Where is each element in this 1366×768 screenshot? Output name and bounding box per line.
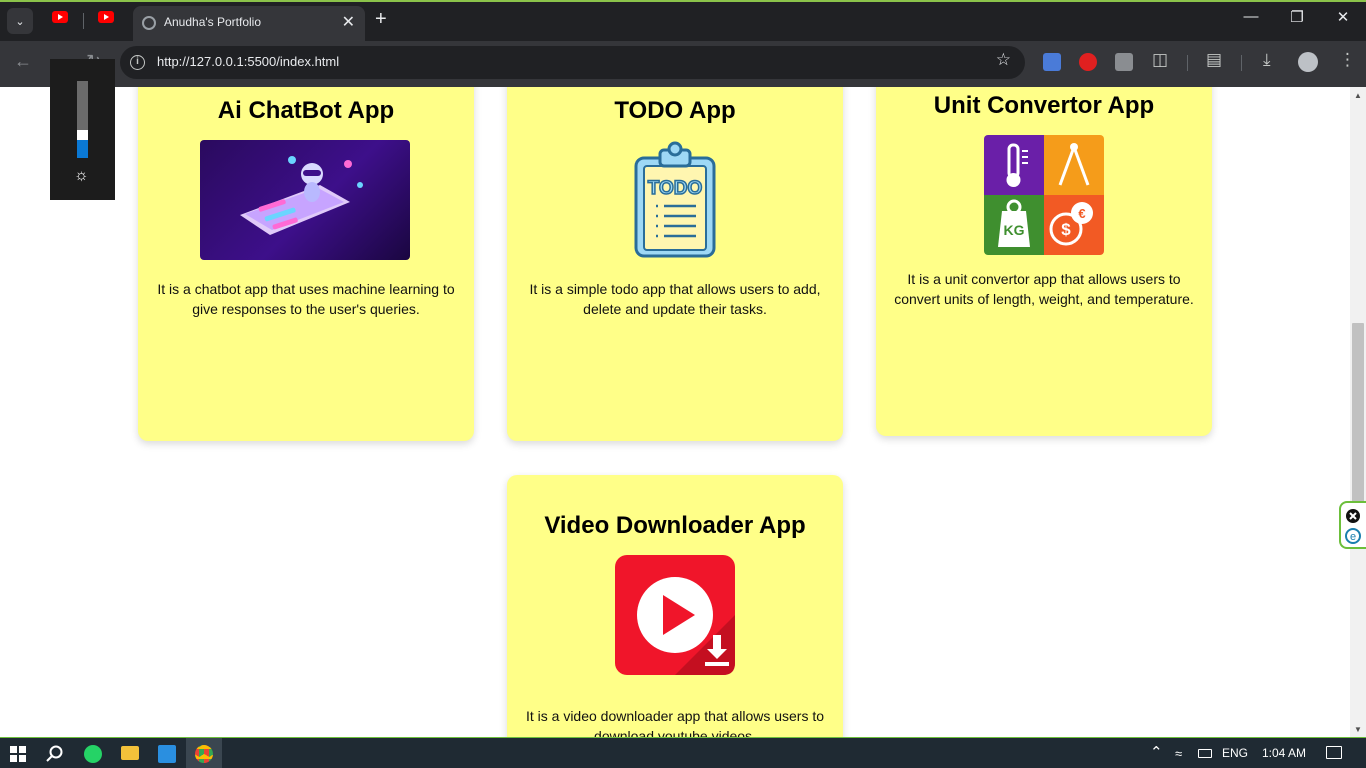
extension-icon[interactable] bbox=[1115, 53, 1133, 71]
globe-icon bbox=[142, 16, 156, 30]
sun-icon: ☼ bbox=[74, 167, 89, 184]
brightness-fill bbox=[77, 137, 88, 158]
wifi-icon[interactable]: ≈ bbox=[1175, 746, 1182, 761]
page-viewport: Ai ChatBot App It is a chatbot app that … bbox=[0, 87, 1350, 737]
youtube-pinned-tab-1[interactable] bbox=[52, 11, 68, 23]
card-title: TODO App bbox=[614, 97, 736, 124]
brightness-flyout: ☼ bbox=[50, 59, 115, 200]
card-description: It is a chatbot app that uses machine le… bbox=[157, 281, 455, 317]
tab-separator bbox=[83, 13, 84, 29]
unit-convertor-icon: KG $ € bbox=[984, 135, 1104, 255]
reading-list-icon[interactable]: ▤ bbox=[1206, 50, 1222, 70]
project-card: Unit Convertor App KG $ € It is a unit c… bbox=[876, 87, 1212, 436]
brightness-thumb[interactable] bbox=[77, 129, 88, 140]
card-description: It is a video downloader app that allows… bbox=[525, 708, 825, 737]
site-info-icon[interactable]: i bbox=[130, 55, 145, 70]
scroll-up-arrow-icon[interactable]: ▲ bbox=[1354, 91, 1362, 100]
browser-tab-bar: ⌄ Anudha's Portfolio ✕ + — ❐ ✕ bbox=[0, 0, 1366, 43]
whatsapp-icon[interactable] bbox=[84, 745, 102, 763]
scroll-down-arrow-icon[interactable]: ▼ bbox=[1354, 725, 1362, 734]
weight-icon-text: KG bbox=[1004, 222, 1025, 238]
bookmark-star-icon[interactable]: ☆ bbox=[996, 50, 1011, 70]
project-card: Ai ChatBot App It is a chatbot app that … bbox=[138, 87, 474, 441]
card-description: It is a simple todo app that allows user… bbox=[529, 281, 821, 317]
notification-center-icon[interactable] bbox=[1326, 746, 1342, 759]
side-extension-widget[interactable]: e bbox=[1339, 501, 1366, 549]
new-tab-button[interactable]: + bbox=[375, 8, 387, 31]
brightness-slider[interactable] bbox=[77, 81, 88, 158]
svg-text:€: € bbox=[1078, 206, 1085, 221]
svg-text:e: e bbox=[1350, 531, 1356, 543]
battery-icon[interactable] bbox=[1198, 749, 1212, 758]
search-icon[interactable] bbox=[46, 745, 63, 762]
extensions-puzzle-icon[interactable]: ◫ bbox=[1152, 50, 1168, 70]
windows-taskbar: ⌃ ≈ ENG 1:04 AM bbox=[0, 737, 1366, 768]
chrome-icon[interactable] bbox=[195, 745, 213, 763]
todo-clipboard-icon: TODO bbox=[634, 140, 716, 260]
video-downloader-icon bbox=[615, 555, 735, 675]
svg-text:$: $ bbox=[1061, 220, 1071, 239]
download-icon[interactable]: ⤓ bbox=[1263, 50, 1271, 70]
tab-search-button[interactable]: ⌄ bbox=[7, 8, 33, 34]
youtube-pinned-tab-2[interactable] bbox=[98, 11, 114, 23]
todo-icon-text: TODO bbox=[648, 178, 703, 199]
vscode-icon[interactable] bbox=[158, 745, 176, 763]
profile-avatar[interactable] bbox=[1298, 52, 1318, 72]
scrollbar-thumb[interactable] bbox=[1352, 323, 1364, 509]
tab-title: Anudha's Portfolio bbox=[164, 15, 262, 29]
toolbar-separator bbox=[1241, 55, 1242, 71]
page-scrollbar[interactable]: ▲ ▼ bbox=[1350, 87, 1366, 737]
toolbar-separator bbox=[1187, 55, 1188, 71]
minimize-button[interactable]: — bbox=[1236, 8, 1266, 25]
clock[interactable]: 1:04 AM bbox=[1262, 746, 1306, 760]
show-hidden-icons-chevron-icon[interactable]: ⌃ bbox=[1150, 743, 1163, 761]
card-title: Video Downloader App bbox=[544, 512, 806, 539]
translate-extension-icon[interactable] bbox=[1043, 53, 1061, 71]
project-card: TODO App TODO It is a simple todo app th… bbox=[507, 87, 843, 441]
card-description: It is a unit convertor app that allows u… bbox=[894, 271, 1194, 307]
url-text: http://127.0.0.1:5500/index.html bbox=[157, 54, 340, 69]
chatbot-illustration bbox=[200, 140, 410, 260]
active-tab[interactable]: Anudha's Portfolio ✕ bbox=[133, 6, 365, 43]
windows-start-icon[interactable] bbox=[10, 746, 26, 762]
restore-button[interactable]: ❐ bbox=[1282, 8, 1312, 26]
language-indicator[interactable]: ENG bbox=[1222, 746, 1248, 760]
card-title: Ai ChatBot App bbox=[217, 97, 395, 124]
close-window-button[interactable]: ✕ bbox=[1328, 8, 1358, 26]
menu-kebab-icon[interactable]: ⋮ bbox=[1339, 50, 1356, 70]
file-explorer-icon[interactable] bbox=[121, 746, 139, 760]
address-bar[interactable]: i http://127.0.0.1:5500/index.html ☆ bbox=[120, 46, 1025, 79]
project-card: Video Downloader App It is a video downl… bbox=[507, 475, 843, 737]
adblock-extension-icon[interactable] bbox=[1079, 53, 1097, 71]
back-button[interactable]: ← bbox=[14, 51, 32, 72]
card-title: Unit Convertor App bbox=[933, 92, 1155, 119]
tab-close-button[interactable]: ✕ bbox=[342, 12, 355, 32]
browser-toolbar: ← → ↻ i http://127.0.0.1:5500/index.html… bbox=[0, 41, 1366, 87]
